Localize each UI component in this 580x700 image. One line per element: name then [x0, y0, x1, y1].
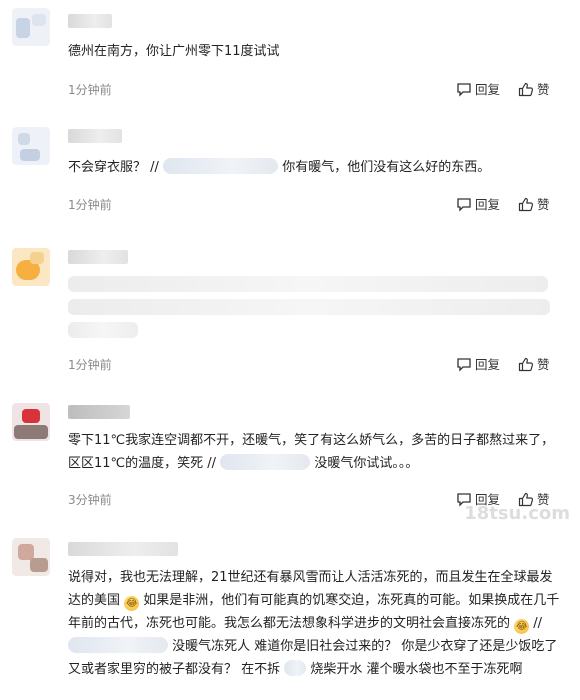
- mention-blurred[interactable]: [220, 454, 311, 470]
- avatar[interactable]: [12, 403, 50, 441]
- blurred-text: [68, 276, 548, 292]
- like-button[interactable]: 赞: [518, 196, 550, 214]
- comment-time: 1分钟前: [68, 83, 112, 97]
- reply-button[interactable]: 回复: [456, 196, 500, 214]
- mention-blurred[interactable]: [68, 637, 168, 653]
- like-button[interactable]: 赞: [518, 356, 550, 374]
- mention-blurred[interactable]: [163, 158, 279, 174]
- comment-time: 1分钟前: [68, 198, 112, 212]
- mention-blurred[interactable]: [284, 660, 307, 676]
- reply-icon: [457, 83, 471, 97]
- username-blurred[interactable]: [68, 405, 130, 419]
- thumbs-up-icon: [518, 357, 534, 372]
- avatar[interactable]: [12, 127, 50, 165]
- blurred-text: [68, 322, 138, 338]
- laughing-emoji-icon: 😂: [514, 619, 530, 634]
- username-blurred[interactable]: [68, 129, 122, 143]
- comment-text: 零下11℃我家连空调都不开，还暖气，笑了有这么娇气么，多苦的日子都熬过来了，区区…: [68, 433, 555, 471]
- avatar[interactable]: [12, 248, 50, 286]
- reply-button[interactable]: 回复: [456, 81, 500, 99]
- username-blurred[interactable]: [68, 542, 178, 556]
- comment-text: 说得对，我也无法理解，21世纪还有暴风雪而让人活活冻死的，而且发生在全球最发达的…: [68, 570, 560, 677]
- comment-text: 德州在南方，你让广州零下11度试试: [68, 44, 280, 59]
- laughing-emoji-icon: 😂: [124, 596, 140, 611]
- reply-button[interactable]: 回复: [456, 356, 500, 374]
- reply-icon: [457, 198, 471, 212]
- avatar[interactable]: [12, 8, 50, 46]
- like-button[interactable]: 赞: [518, 81, 550, 99]
- comment-time: 1分钟前: [68, 358, 112, 372]
- comment-text: 不会穿衣服？ // 你有暖气，他们没有这么好的东西。: [68, 158, 491, 175]
- comment-time: 3分钟前: [68, 493, 112, 507]
- blurred-text: [68, 299, 550, 315]
- username-blurred[interactable]: [68, 250, 128, 264]
- reply-icon: [457, 358, 471, 372]
- thumbs-up-icon: [518, 82, 534, 97]
- thumbs-up-icon: [518, 197, 534, 212]
- avatar[interactable]: [12, 538, 50, 576]
- site-watermark: 18tsu.com: [464, 503, 570, 524]
- username-blurred[interactable]: [68, 14, 112, 28]
